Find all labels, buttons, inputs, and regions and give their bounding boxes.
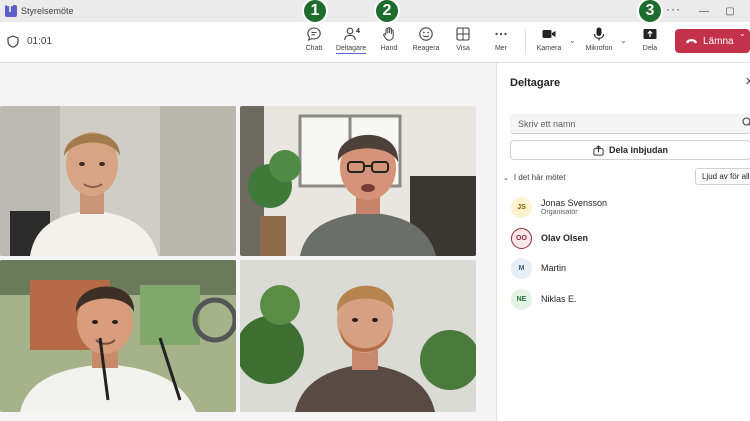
- participants-label: Deltagare: [335, 45, 367, 54]
- participant-item[interactable]: M Martin: [511, 255, 750, 281]
- participant-role: Organisatör: [541, 209, 578, 216]
- react-button[interactable]: Reagera: [407, 26, 445, 60]
- participant-name: Olav Olsen: [541, 233, 589, 243]
- participant-item[interactable]: NE Niklas E.: [511, 286, 750, 312]
- video-tile-participant[interactable]: [240, 260, 476, 412]
- emoji-icon: [419, 27, 433, 41]
- avatar: OO: [511, 227, 532, 249]
- microphone-label: Mikrofon: [585, 45, 613, 52]
- teams-logo-icon: [5, 4, 17, 17]
- video-tile-participant[interactable]: [240, 106, 476, 256]
- chat-label: Chatt: [305, 45, 323, 52]
- panel-title: Deltagare: [510, 77, 561, 89]
- more-label: Mer: [494, 45, 508, 52]
- close-panel-button[interactable]: ✕: [745, 75, 750, 88]
- camera-button[interactable]: Kamera: [530, 26, 568, 60]
- microphone-options-chevron-down-icon[interactable]: ⌄: [620, 36, 627, 45]
- share-screen-button[interactable]: Dela: [631, 26, 669, 60]
- search-icon[interactable]: [742, 117, 750, 128]
- participant-item[interactable]: OO Olav Olsen: [511, 225, 750, 251]
- meeting-timer: 01:01: [27, 36, 53, 47]
- participant-name: Jonas Svensson: [541, 198, 608, 208]
- participant-item[interactable]: JS Jonas Svensson Organisatör: [511, 194, 750, 220]
- microphone-button[interactable]: Mikrofon: [580, 26, 618, 60]
- participant-name: Martin: [541, 263, 567, 273]
- in-meeting-section-toggle[interactable]: ⌄ I det här mötet: [503, 173, 565, 182]
- participant-count: 4: [356, 28, 360, 35]
- view-label: Visa: [456, 45, 470, 52]
- share-invite-button[interactable]: Dela inbjudan: [510, 140, 750, 160]
- share-invite-label: Dela inbjudan: [608, 145, 668, 155]
- avatar: NE: [511, 288, 532, 310]
- maximize-button[interactable]: ▢: [718, 0, 742, 22]
- share-icon: [593, 144, 604, 156]
- shield-icon: [7, 35, 19, 48]
- camera-icon: [542, 30, 556, 38]
- mute-all-button[interactable]: Ljud av för alla: [695, 168, 750, 185]
- leave-options-chevron-down-icon[interactable]: ⌄: [739, 29, 746, 38]
- participant-name: Niklas E.: [541, 294, 577, 304]
- participant-video: [240, 260, 476, 412]
- view-button[interactable]: Visa: [444, 26, 482, 60]
- video-tile-participant[interactable]: [0, 260, 236, 412]
- camera-options-chevron-down-icon[interactable]: ⌄: [569, 36, 576, 45]
- participants-button[interactable]: 4 Deltagare: [332, 26, 370, 60]
- microphone-icon: [593, 27, 605, 41]
- avatar: M: [511, 257, 532, 279]
- participants-panel: Deltagare ✕ Dela inbjudan ⌄ I det här mö…: [496, 63, 750, 421]
- minimize-button[interactable]: —: [692, 0, 716, 22]
- chat-button[interactable]: Chatt: [295, 26, 333, 60]
- window-title: Styrelsemöte: [21, 6, 74, 16]
- leave-label: Lämna: [703, 35, 734, 47]
- raise-hand-label: Hand: [380, 45, 398, 52]
- video-stage: [0, 63, 496, 421]
- chat-icon: [307, 27, 321, 41]
- participant-video: [0, 260, 236, 412]
- raise-hand-button[interactable]: Hand: [370, 26, 408, 60]
- more-icon: [495, 32, 507, 36]
- share-screen-label: Dela: [642, 45, 658, 52]
- share-screen-icon: [643, 29, 657, 39]
- toolbar-divider: [525, 30, 526, 54]
- participant-video: [0, 106, 236, 256]
- video-tile-participant[interactable]: [0, 106, 236, 256]
- chevron-down-icon: ⌄: [503, 174, 509, 182]
- more-options-icon[interactable]: ···: [666, 2, 681, 16]
- avatar: JS: [511, 196, 532, 218]
- grid-view-icon: [456, 27, 470, 41]
- react-label: Reagera: [412, 45, 440, 52]
- raise-hand-icon: [383, 27, 394, 41]
- hang-up-icon: [686, 38, 697, 43]
- section-label: I det här mötet: [513, 173, 566, 182]
- participant-video: [240, 106, 476, 256]
- meeting-toolbar: 01:01 Chatt 4 Deltagare Hand Reagera Vis…: [0, 22, 750, 63]
- participant-search-input[interactable]: [510, 114, 750, 134]
- more-button[interactable]: Mer: [482, 26, 520, 60]
- camera-label: Kamera: [536, 45, 562, 52]
